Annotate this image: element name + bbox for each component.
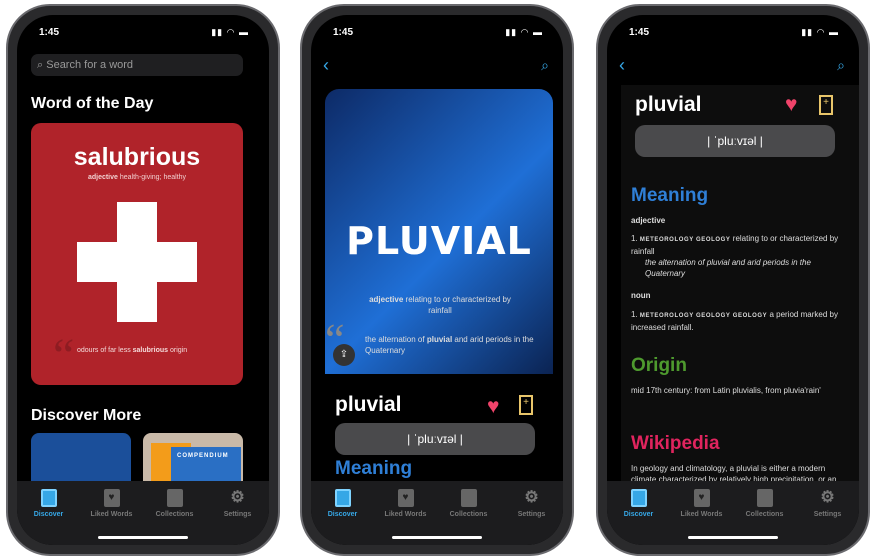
tab-settings[interactable]: ⚙ Settings: [208, 489, 268, 545]
wotd-quote: odours of far less salubrious origin: [77, 347, 188, 354]
home-indicator: [392, 536, 482, 539]
heart-button[interactable]: ♥: [785, 93, 797, 117]
search-icon: ⌕: [37, 59, 44, 71]
bookmark-add-button[interactable]: +: [819, 95, 833, 115]
search-icon[interactable]: ⌕: [541, 57, 549, 74]
wotd-definition: health-giving; healthy: [119, 174, 187, 181]
card-title: PLUVIAL: [346, 219, 532, 263]
heart-button[interactable]: ♥: [487, 395, 499, 419]
tab-discover[interactable]: Discover: [19, 489, 79, 545]
search-icon[interactable]: ⌕: [837, 57, 845, 74]
meaning-heading: Meaning: [335, 458, 413, 479]
entry-screen: 1:45 ▮▮ ◠ ▬ ‹ ⌕ pluvial ♥ + | ˈpluːvɪəl …: [607, 15, 859, 545]
search-input[interactable]: ⌕ Search for a word: [31, 54, 243, 76]
pronunciation-button[interactable]: | ˈpluːvɪəl |: [335, 423, 535, 455]
status-icons: ▮▮ ◠ ▬: [801, 27, 839, 37]
search-placeholder: Search for a word: [46, 59, 134, 71]
heart-icon: ♥: [693, 489, 710, 507]
home-indicator: [688, 536, 778, 539]
heart-icon: ♥: [103, 489, 120, 507]
pronunciation-button[interactable]: | ˈpluːvɪəl |: [635, 125, 835, 157]
phone-discover: 1:45 ▮▮ ◠ ▬ ⌕ Search for a word Word of …: [6, 4, 280, 556]
tab-settings[interactable]: ⚙ Settings: [502, 489, 562, 545]
gear-icon: ⚙: [230, 489, 245, 506]
wotd-pos: adjective: [87, 174, 118, 181]
adjective-sense: 1. METEOROLOGY GEOLOGY relating to or ch…: [631, 234, 839, 278]
wotd-card[interactable]: salubrious adjective health-giving; heal…: [31, 123, 243, 385]
tab-discover[interactable]: Discover: [313, 489, 373, 545]
notch: [663, 15, 803, 37]
notch: [367, 15, 507, 37]
card-detail-screen: 1:45 ▮▮ ◠ ▬ ‹ ⌕ PLUVIAL adjective relati…: [311, 15, 563, 545]
status-icons: ▮▮ ◠ ▬: [505, 27, 543, 37]
bookmark-icon: [460, 489, 477, 507]
heart-icon: ♥: [397, 489, 414, 507]
share-button[interactable]: ⇪: [333, 344, 355, 366]
word-card-image: PLUVIAL adjective relating to or charact…: [325, 89, 553, 374]
noun-label: noun: [631, 291, 651, 300]
status-icons: ▮▮ ◠ ▬: [211, 27, 249, 37]
back-button[interactable]: ‹: [619, 55, 625, 76]
notch: [73, 15, 213, 37]
discover-screen: 1:45 ▮▮ ◠ ▬ ⌕ Search for a word Word of …: [17, 15, 269, 545]
status-time: 1:45: [333, 27, 354, 38]
word-title: pluvial: [335, 393, 402, 416]
discover-icon: [40, 489, 57, 507]
wotd-heading: Word of the Day: [31, 95, 154, 112]
discover-icon: [334, 489, 351, 507]
entry-content: pluvial ♥ + | ˈpluːvɪəl | Meaning adject…: [621, 85, 859, 495]
origin-text: mid 17th century: from Latin pluvialis, …: [631, 386, 821, 395]
origin-heading: Origin: [631, 355, 687, 376]
back-button[interactable]: ‹: [323, 55, 329, 76]
phone-entry: 1:45 ▮▮ ◠ ▬ ‹ ⌕ pluvial ♥ + | ˈpluːvɪəl …: [596, 4, 870, 556]
meaning-heading: Meaning: [631, 185, 709, 206]
card-quote: the alternation of pluvial and arid peri…: [365, 335, 534, 355]
discover-icon: [630, 489, 647, 507]
quote-mark-icon: “: [53, 329, 75, 382]
word-title: pluvial: [635, 93, 702, 116]
phone-card-detail: 1:45 ▮▮ ◠ ▬ ‹ ⌕ PLUVIAL adjective relati…: [300, 4, 574, 556]
bookmark-icon: [166, 489, 183, 507]
bookmark-add-button[interactable]: +: [519, 395, 533, 415]
adjective-label: adjective: [631, 216, 666, 225]
status-time: 1:45: [39, 27, 60, 38]
tab-settings[interactable]: ⚙ Settings: [798, 489, 858, 545]
noun-sense: 1. METEOROLOGY GEOLOGY GEOLOGY a period …: [631, 310, 838, 332]
cross-icon-bar: [77, 242, 197, 282]
card-definition: adjective relating to or characterized b…: [369, 295, 511, 315]
home-indicator: [98, 536, 188, 539]
discover-more-heading: Discover More: [31, 407, 142, 424]
gear-icon: ⚙: [820, 489, 835, 506]
bookmark-icon: [756, 489, 773, 507]
wikipedia-heading: Wikipedia: [631, 433, 720, 454]
wotd-word: salubrious: [73, 143, 201, 171]
tab-discover[interactable]: Discover: [609, 489, 669, 545]
gear-icon: ⚙: [524, 489, 539, 506]
status-time: 1:45: [629, 27, 650, 38]
